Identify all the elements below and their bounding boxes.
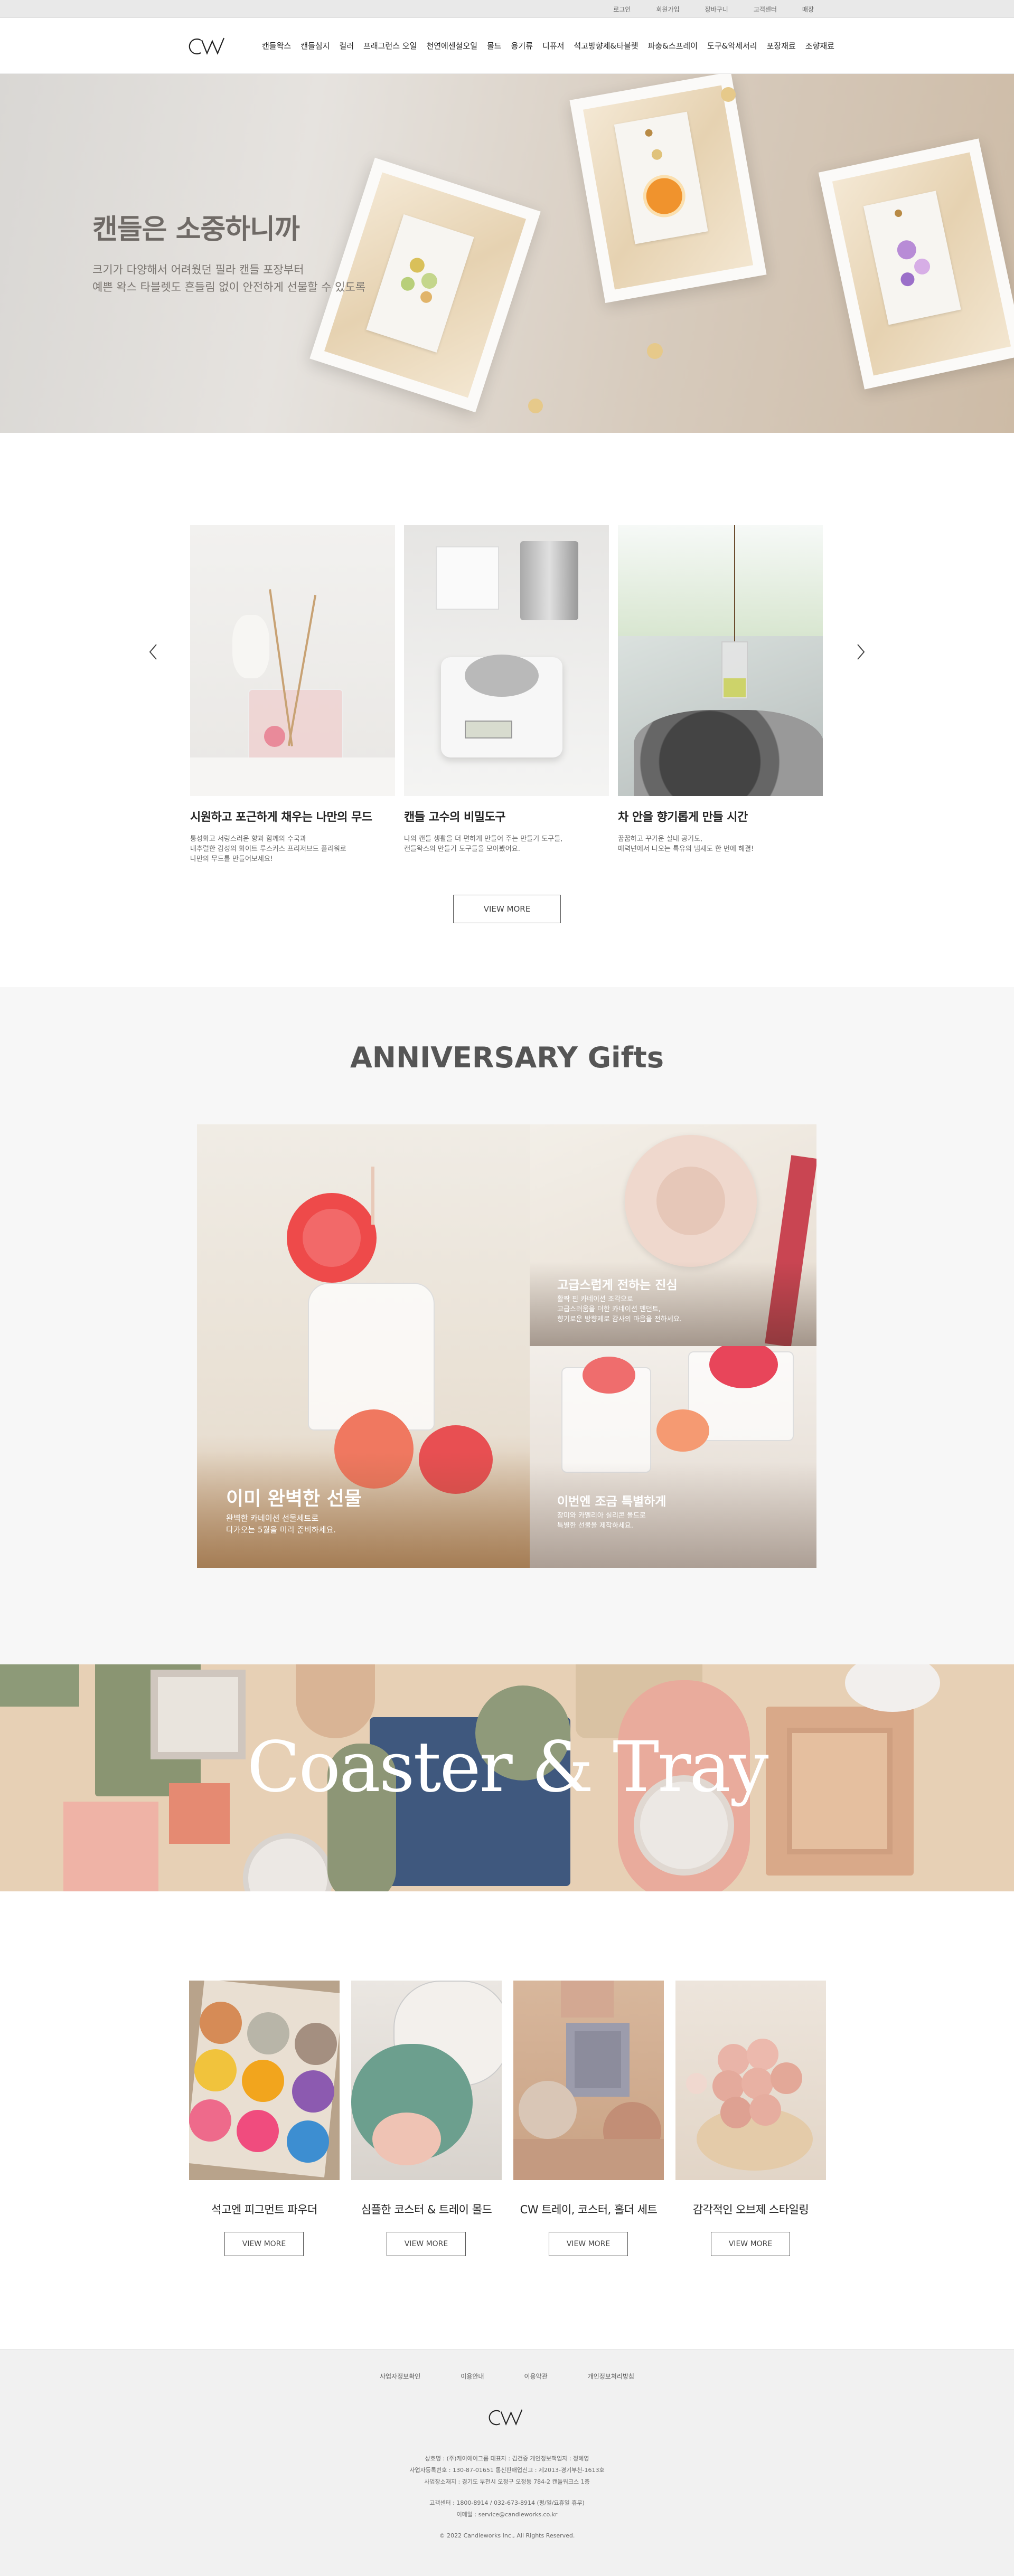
blog-carousel: 시원하고 포근하게 채우는 나만의 무드 통성화고 서렁스러운 향과 함께의 수… <box>190 525 824 863</box>
blog-card-desc: 꿉꿉하고 꾸가운 실내 공기도, 매력넌에서 나오는 특유의 냄새도 한 번에 … <box>618 835 754 853</box>
hero-banner[interactable]: 캔들은 소중하니까 크기가 다양해서 어려웠던 필라 캔들 포장부터 예쁜 왁스… <box>0 74 1014 433</box>
cart-link[interactable]: 장바구니 <box>692 5 741 14</box>
nav-plaster-tablet[interactable]: 석고방향제&타블렛 <box>569 40 643 51</box>
footer-contact-info: 고객센터 : 1800-8914 / 032-673-8914 (평/일/요휴일… <box>429 2499 585 2506</box>
nav-packaging[interactable]: 포장재료 <box>762 40 801 51</box>
footer-company-info: 사업장소재지 : 경기도 부천시 오정구 오정동 784-2 캔들워크스 1층 <box>424 2478 590 2485</box>
product-image-coaster-mold <box>351 1981 502 2180</box>
footer-link-business-info[interactable]: 사업자정보확인 <box>360 2372 440 2381</box>
nav-fragrance-oil[interactable]: 프래그런스 오일 <box>359 40 421 51</box>
nav-spray[interactable]: 파충&스프레이 <box>643 40 703 51</box>
hero-dried-flower <box>528 399 543 413</box>
login-link[interactable]: 로그인 <box>600 5 643 14</box>
product-card[interactable]: 감각적인 오브제 스타일링 <box>675 1981 826 2217</box>
product-card[interactable]: CW 트레이, 코스터, 홀더 세트 <box>513 1981 664 2217</box>
main-navigation: 캔들왁스 캔들심지 컬러 프래그런스 오일 천연에센셜오일 몰드 용기류 디퓨저… <box>257 40 839 51</box>
hero-subtitle-line: 예쁜 왁스 타블렛도 흔들림 없이 안전하게 선물할 수 있도록 <box>92 281 366 293</box>
footer-contact-info: 이메일 : service@candleworks.co.kr <box>456 2511 558 2518</box>
product-card[interactable]: 석고엔 피그먼트 파우더 <box>189 1981 340 2217</box>
blog-card-title: 캔들 고수의 비밀도구 <box>404 811 505 824</box>
footer-company-info: 사업자등록번호 : 130-87-01651 통신판매업신고 : 제2013-경… <box>409 2467 605 2474</box>
anniversary-main-panel[interactable]: 이미 완벽한 선물 완벽한 카네이션 선물세트로 다가오는 5월을 미리 준비하… <box>197 1124 530 1568</box>
footer-link-guide[interactable]: 이용안내 <box>440 2372 504 2381</box>
product-title: 석고엔 피그먼트 파우더 <box>211 2203 317 2216</box>
main-panel-title: 이미 완벽한 선물 <box>226 1488 362 1510</box>
cw-logo[interactable] <box>188 36 228 57</box>
blog-card[interactable]: 차 안을 향기롭게 만들 시간 꿉꿉하고 꾸가운 실내 공기도, 매력넌에서 나… <box>618 525 823 854</box>
anniversary-top-panel[interactable]: 고급스럽게 전하는 진심 활짝 핀 카네이션 조각으로 고급스러움을 더한 카네… <box>530 1124 816 1346</box>
blog-card-desc: 나의 캔들 생활을 더 편하게 만들어 주는 만들기 도구들, 캔들왁스의 만들… <box>404 835 563 853</box>
product-view-more-button[interactable]: VIEW MORE <box>711 2232 790 2256</box>
coaster-tray-banner[interactable]: Coaster & Tray <box>0 1664 1014 1891</box>
top-panel-desc: 활짝 핀 카네이션 조각으로 고급스러움을 더한 카네이션 펜던트, 향기로운 … <box>557 1295 682 1323</box>
top-panel-title: 고급스럽게 전하는 진심 <box>557 1278 678 1292</box>
footer-copyright: © 2022 Candleworks Inc., All Rights Rese… <box>439 2532 575 2539</box>
blog-view-more-button[interactable]: VIEW MORE <box>453 895 561 923</box>
nav-diffuser[interactable]: 디퓨저 <box>538 40 569 51</box>
hero-dried-flower <box>647 343 663 359</box>
footer-links: 사업자정보확인 이용안내 이용약관 개인정보처리방침 <box>0 2372 1014 2381</box>
chevron-left-icon[interactable] <box>146 641 162 662</box>
blog-card-title: 차 안을 향기롭게 만들 시간 <box>618 811 748 824</box>
bottom-panel-desc: 장미와 카멜리아 실리콘 몰드로 특별한 선물을 제작하세요. <box>557 1512 646 1530</box>
blog-card-image-diffuser <box>190 525 395 796</box>
nav-tools[interactable]: 도구&악세서리 <box>702 40 762 51</box>
product-view-more-button[interactable]: VIEW MORE <box>387 2232 466 2256</box>
store-link[interactable]: 매장 <box>790 5 827 14</box>
customer-center-link[interactable]: 고객센터 <box>741 5 790 14</box>
blog-card[interactable]: 시원하고 포근하게 채우는 나만의 무드 통성화고 서렁스러운 향과 함께의 수… <box>190 525 395 864</box>
hero-gift-box <box>818 138 1014 390</box>
anniversary-bottom-panel[interactable]: 이번엔 조금 특별하게 장미와 카멜리아 실리콘 몰드로 특별한 선물을 제작하… <box>530 1346 816 1568</box>
nav-essential-oil[interactable]: 천연에센셜오일 <box>421 40 482 51</box>
join-link[interactable]: 회원가입 <box>643 5 692 14</box>
bottom-panel-title: 이번엔 조금 특별하게 <box>557 1495 666 1509</box>
product-view-more-button[interactable]: VIEW MORE <box>224 2232 304 2256</box>
top-utility-bar: 로그인 회원가입 장바구니 고객센터 매장 <box>0 0 1014 18</box>
hero-title: 캔들은 소중하니까 <box>92 214 300 245</box>
hero-subtitle: 크기가 다양해서 어려웠던 필라 캔들 포장부터 예쁜 왁스 타블렛도 흔들림 … <box>92 261 365 296</box>
blog-card[interactable]: 캔들 고수의 비밀도구 나의 캔들 생활을 더 편하게 만들어 주는 만들기 도… <box>404 525 609 854</box>
footer-link-terms[interactable]: 이용약관 <box>504 2372 567 2381</box>
blog-card-image-tools <box>404 525 609 796</box>
main-panel-desc: 완벽한 카네이션 선물세트로 다가오는 5월을 미리 준비하세요. <box>226 1513 336 1535</box>
blog-card-image-car-diffuser <box>618 525 823 796</box>
chevron-right-icon[interactable] <box>852 641 868 662</box>
product-title: 심플한 코스터 & 트레이 몰드 <box>361 2203 492 2216</box>
blog-card-title: 시원하고 포근하게 채우는 나만의 무드 <box>190 811 372 824</box>
site-header: 캔들왁스 캔들심지 컬러 프래그런스 오일 천연에센셜오일 몰드 용기류 디퓨저… <box>0 18 1014 74</box>
product-view-more-button[interactable]: VIEW MORE <box>549 2232 628 2256</box>
nav-color[interactable]: 컬러 <box>334 40 359 51</box>
product-image-pigment <box>189 1981 340 2180</box>
hero-gift-box <box>569 74 767 303</box>
site-footer: 사업자정보확인 이용안내 이용약관 개인정보처리방침 상호명 : (주)케이에이… <box>0 2349 1014 2576</box>
footer-company-info: 상호명 : (주)케이에이그룹 대표자 : 김건중 개인정보책임자 : 정혜영 <box>425 2455 589 2462</box>
footer-link-privacy[interactable]: 개인정보처리방침 <box>568 2372 654 2381</box>
product-title: CW 트레이, 코스터, 홀더 세트 <box>520 2203 658 2216</box>
anniversary-section: ANNIVERSARY Gifts 이미 완벽한 선물 완벽한 카네이션 선물세… <box>0 987 1014 1664</box>
anniversary-title: ANNIVERSARY Gifts <box>350 1041 664 1074</box>
nav-wick[interactable]: 캔들심지 <box>296 40 334 51</box>
cw-logo[interactable] <box>488 2408 526 2428</box>
product-image-bubble-candle <box>675 1981 826 2180</box>
hero-dried-flower <box>721 87 736 102</box>
nav-container[interactable]: 용기류 <box>506 40 538 51</box>
blog-card-desc: 통성화고 서렁스러운 향과 함께의 수국과 내추럴한 감성의 화이트 루스커스 … <box>190 835 346 863</box>
product-image-tray-set <box>513 1981 664 2180</box>
page: 로그인 회원가입 장바구니 고객센터 매장 캔들왁스 캔들심지 컬러 프래그런스… <box>0 0 1014 2576</box>
coaster-banner-title: Coaster & Tray <box>247 1727 769 1808</box>
nav-candle-wax[interactable]: 캔들왁스 <box>257 40 296 51</box>
product-title: 감각적인 오브제 스타일링 <box>692 2203 809 2216</box>
hero-subtitle-line: 크기가 다양해서 어려웠던 필라 캔들 포장부터 <box>92 263 304 276</box>
product-card[interactable]: 심플한 코스터 & 트레이 몰드 <box>351 1981 502 2217</box>
nav-mold[interactable]: 몰드 <box>482 40 506 51</box>
utility-links: 로그인 회원가입 장바구니 고객센터 매장 <box>600 0 827 18</box>
nav-perfumery[interactable]: 조향재료 <box>801 40 839 51</box>
